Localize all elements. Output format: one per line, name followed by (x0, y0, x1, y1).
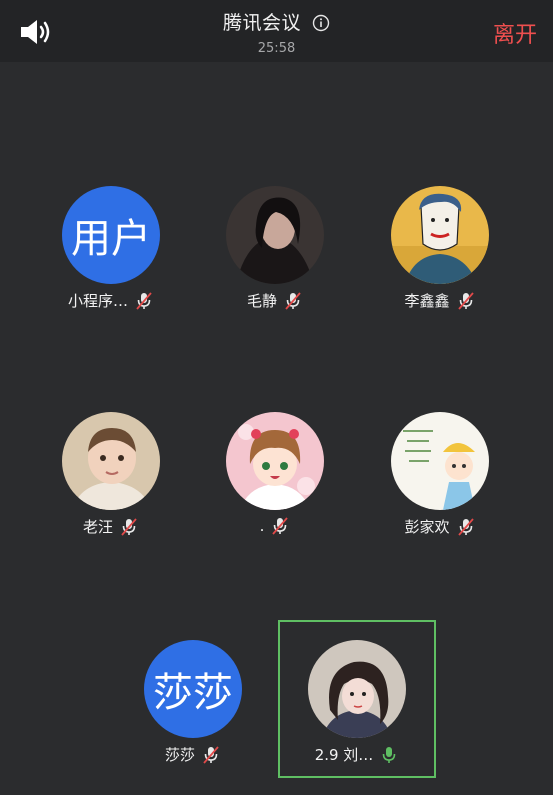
participant-name: 彭家欢 (404, 518, 450, 536)
participant-tile[interactable]: . (195, 412, 355, 536)
avatar: 用户 (62, 186, 160, 284)
avatar (226, 186, 324, 284)
mic-muted-icon (285, 291, 301, 310)
participant-name: 毛静 (246, 292, 277, 310)
participant-tile[interactable]: 彭家欢 (360, 412, 520, 537)
participant-tile[interactable]: 毛静 (195, 186, 355, 311)
participant-tile-active[interactable]: 2.9 刘… (277, 640, 437, 765)
participant-name-row: . (195, 516, 355, 536)
participant-name: 老汪 (82, 518, 113, 536)
participant-name: 李鑫鑫 (404, 292, 450, 310)
mic-muted-icon (457, 291, 474, 310)
meeting-timer: 25:58 (257, 41, 296, 56)
avatar (62, 412, 160, 510)
participant-tile[interactable]: 用户 小程序… (31, 186, 191, 311)
avatar (308, 640, 406, 738)
mic-muted-icon (203, 745, 219, 764)
avatar (391, 412, 489, 510)
participant-name-row: 彭家欢 (360, 516, 520, 537)
avatar: 莎莎 (144, 640, 242, 738)
meeting-title-block: 腾讯会议 25:58 (0, 8, 553, 56)
participant-name-row: 莎莎 (113, 744, 273, 765)
leave-button[interactable]: 离开 (493, 17, 537, 49)
avatar (391, 186, 489, 284)
participant-tile[interactable]: 莎莎 莎莎 (113, 640, 273, 765)
top-bar: 腾讯会议 25:58 离开 (0, 0, 553, 62)
participant-name: 2.9 刘… (314, 746, 374, 764)
participant-tile[interactable]: 李鑫鑫 (360, 186, 520, 311)
participant-name-row: 李鑫鑫 (360, 290, 520, 311)
info-icon[interactable] (312, 14, 330, 32)
mic-muted-icon (136, 291, 152, 310)
mic-muted-icon (457, 517, 474, 536)
participant-name: 莎莎 (164, 746, 195, 764)
participant-tile[interactable]: 老汪 (31, 412, 191, 537)
participant-name-row: 小程序… (31, 290, 191, 311)
participant-name: 小程序… (67, 292, 128, 310)
avatar (226, 412, 324, 510)
avatar-text: 莎莎 (153, 670, 233, 716)
participant-name-row: 老汪 (31, 516, 191, 537)
participant-name-row: 毛静 (195, 290, 355, 311)
mic-muted-icon (121, 517, 137, 536)
meeting-title: 腾讯会议 (222, 12, 301, 34)
avatar-text: 用户 (71, 216, 151, 262)
participant-name: . (259, 517, 265, 535)
participant-name-row: 2.9 刘… (277, 744, 437, 765)
mic-muted-icon (272, 517, 289, 535)
mic-active-icon (383, 746, 396, 763)
